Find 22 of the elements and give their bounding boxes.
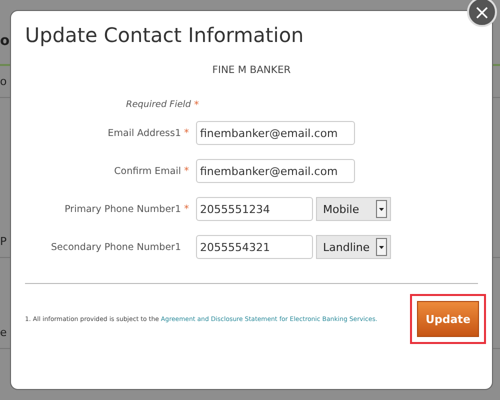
phone-type-dropdown[interactable]: Landline: [316, 235, 391, 259]
input-field[interactable]: 2055551234: [196, 197, 313, 221]
input-field[interactable]: 2055554321: [196, 235, 313, 259]
close-button[interactable]: ×: [467, 0, 497, 27]
required-marker: *: [184, 204, 190, 214]
customer-name: FINE M BANKER: [211, 65, 292, 76]
page-text: e: [0, 326, 7, 338]
required-marker: *: [184, 166, 190, 176]
input-field[interactable]: finembanker@email.com: [196, 159, 355, 183]
dialog-title: Update Contact Information: [25, 23, 305, 47]
required-marker: *: [194, 100, 200, 111]
phone-type-dropdown[interactable]: Mobile: [316, 197, 391, 221]
page-heading: o: [0, 33, 10, 49]
field-label: Confirm Email: [114, 166, 181, 176]
field-label: Primary Phone Number1: [64, 204, 181, 214]
field-label: Secondary Phone Number1: [51, 242, 181, 252]
input-field[interactable]: finembanker@email.com: [196, 121, 355, 145]
required-marker: *: [184, 128, 190, 138]
page-text: o: [0, 75, 7, 88]
field-label: Email Address1: [108, 128, 181, 138]
page-text: P: [0, 234, 7, 248]
required-note: Required Field: [126, 100, 191, 111]
